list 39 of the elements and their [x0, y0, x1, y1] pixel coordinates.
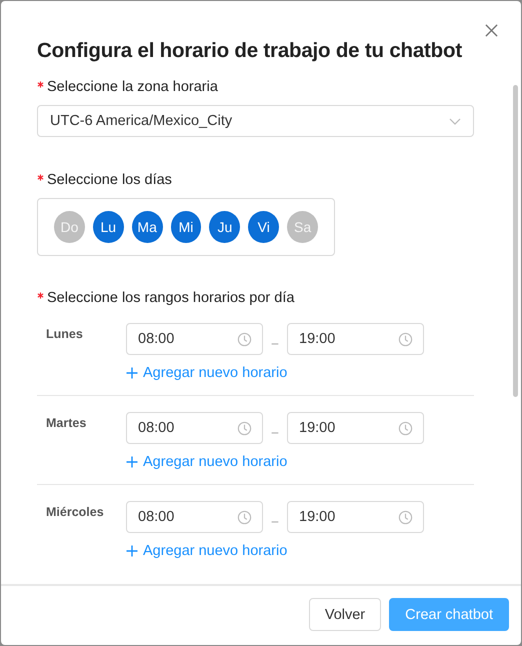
day-toggle[interactable]: Ma	[132, 211, 163, 243]
field-label: Seleccione los días	[47, 172, 172, 188]
day-label: Miércoles	[45, 505, 105, 521]
close-icon[interactable]	[485, 24, 498, 37]
time-field[interactable]: 19:00	[287, 501, 424, 533]
day-toggle[interactable]: Lu	[92, 211, 124, 243]
day-label: Martes	[45, 416, 88, 432]
time-field[interactable]: 08:00	[126, 501, 263, 533]
range-separator: –	[270, 425, 280, 439]
clock-icon	[237, 420, 252, 436]
add-schedule-link[interactable]: Agregar nuevo horario	[126, 543, 288, 559]
day-toggle[interactable]: Mi	[170, 211, 202, 243]
create-button[interactable]: Crear chatbot	[389, 598, 509, 631]
add-schedule-link[interactable]: Agregar nuevo horario	[126, 454, 288, 470]
day-toggle[interactable]: Vi	[248, 211, 280, 243]
range-separator: –	[270, 514, 280, 528]
day-label: Lunes	[45, 327, 84, 343]
plus-icon	[126, 456, 138, 468]
day-toggle[interactable]: Ju	[209, 211, 240, 243]
clock-icon	[398, 510, 413, 524]
chevron-down-icon	[449, 118, 461, 124]
time-field[interactable]: 08:00	[126, 323, 263, 355]
time-field[interactable]: 19:00	[287, 412, 424, 444]
clock-icon	[398, 332, 413, 346]
clock-icon	[398, 420, 413, 436]
dialog-title: Configura el horario de trabajo de tu chatbot	[37, 39, 463, 63]
timezone-dropdown[interactable]: UTC-6 America/Mexico_City	[37, 105, 474, 137]
back-button[interactable]: Volver	[308, 598, 382, 631]
clock-icon	[237, 510, 252, 524]
range-separator: –	[270, 336, 280, 350]
scrollbar[interactable]	[513, 85, 518, 397]
field-label: Seleccione la zona horaria	[47, 79, 218, 95]
add-schedule-link[interactable]: Agregar nuevo horario	[126, 365, 288, 381]
plus-icon	[126, 545, 138, 557]
clock-icon	[237, 332, 252, 346]
field-label: Seleccione los rangos horarios por día	[47, 290, 294, 306]
time-field[interactable]: 08:00	[126, 412, 263, 444]
plus-icon	[126, 367, 138, 379]
time-field[interactable]: 19:00	[287, 323, 424, 355]
